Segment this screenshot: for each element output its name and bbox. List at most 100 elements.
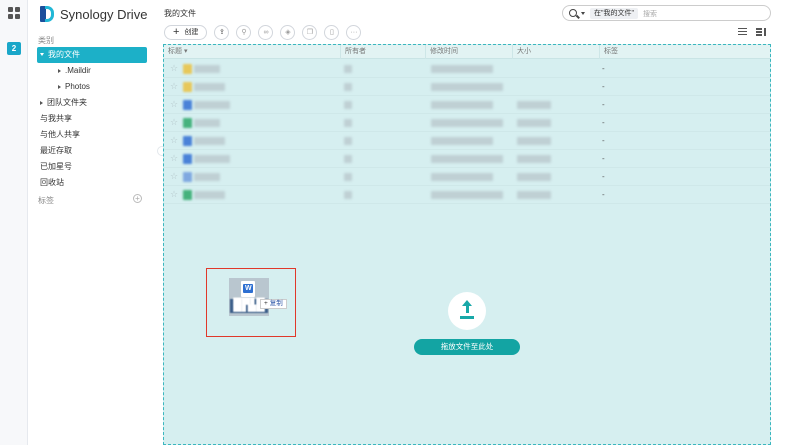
chevron-right-icon[interactable] [58,68,61,73]
sidebar-item-0[interactable]: 我的文件 [37,47,147,63]
more-button[interactable]: ··· [346,24,362,40]
owner-cell [344,101,352,109]
modified-cell [431,119,503,127]
size-cell [517,191,551,199]
word-file-icon: W [241,281,255,297]
column-size[interactable]: 大小 [512,45,599,59]
create-label: 创建 [184,28,199,36]
sidebar-item-label: 团队文件夹 [47,98,87,107]
copy-button[interactable]: ❐ [302,24,318,40]
image-file-icon [183,172,192,182]
tag-cell: - [602,64,605,73]
search-input[interactable]: 搜索 [643,9,657,19]
more-icon: ··· [350,28,358,36]
file-name-cell [194,137,225,145]
share-button[interactable]: ⚲ [236,24,252,40]
column-title[interactable]: 标题 ▾ [164,45,340,59]
tag-cell: - [602,100,605,109]
chevron-down-icon[interactable] [581,12,585,15]
tag-icon: ◈ [285,28,291,36]
file-name-cell [194,101,230,109]
modified-cell [431,155,503,163]
sidebar-item-4[interactable]: 与我共享 [37,111,147,127]
sidebar-item-1[interactable]: .Maildir [37,63,147,79]
view-controls [738,28,766,36]
tag-cell: - [602,118,605,127]
modified-cell [431,101,493,109]
owner-cell [344,155,352,163]
modified-cell [431,83,503,91]
sidebar-nav: 我的文件 .Maildir Photos 团队文件夹与我共享与他人共享最近存取已加星号… [37,47,147,191]
delete-button[interactable]: ▯ [324,24,340,40]
folder-icon [183,82,192,92]
tags-heading: 标签 [38,196,54,205]
sidebar-item-label: 与他人共享 [40,130,80,139]
tag-cell: - [602,172,605,181]
star-icon[interactable]: ☆ [170,99,178,110]
sidebar-item-label: 与我共享 [40,114,72,123]
drop-zone[interactable]: 标题 ▾ 所有者 修改时间 大小 标签 ☆ - ☆ - ☆ - ☆ - ☆ - ☆ - ☆ - ☆ - [163,44,771,445]
table-row[interactable]: ☆ - [164,96,770,114]
upload-button[interactable]: ⇪ [214,24,230,40]
star-icon[interactable]: ☆ [170,135,178,146]
tag-cell: - [602,136,605,145]
table-row[interactable]: ☆ - [164,150,770,168]
search-box[interactable]: 在"我的文件" 搜索 [562,5,771,21]
word-file-icon [183,154,192,164]
add-tag-icon[interactable]: + [133,194,142,203]
sidebar-item-label: 已加星号 [40,162,72,171]
search-icon[interactable] [569,9,577,17]
search-scope[interactable]: 在"我的文件" [590,8,638,19]
table-row[interactable]: ☆ - [164,78,770,96]
sort-icon[interactable] [756,28,766,36]
star-icon[interactable]: ☆ [170,153,178,164]
table-row[interactable]: ☆ - [164,114,770,132]
sidebar-item-7[interactable]: 已加星号 [37,159,147,175]
sidebar-item-label: 我的文件 [48,50,80,59]
file-name-cell [194,83,225,91]
link-button[interactable]: ∞ [258,24,274,40]
tag-button[interactable]: ◈ [280,24,296,40]
column-owner[interactable]: 所有者 [340,45,425,59]
file-name-cell [194,119,220,127]
size-cell [517,119,551,127]
table-row[interactable]: ☆ - [164,168,770,186]
owner-cell [344,65,352,73]
sidebar-item-3[interactable]: 团队文件夹 [37,95,147,111]
sidebar-item-8[interactable]: 回收站 [37,175,147,191]
sidebar-item-2[interactable]: Photos [37,79,147,95]
dragged-file[interactable]: W █████ ██ ███ ████ [229,278,269,316]
sidebar-item-5[interactable]: 与他人共享 [37,127,147,143]
file-name-cell [194,155,230,163]
tag-cell: - [602,190,605,199]
owner-cell [344,137,352,145]
plus-icon: + [173,25,180,38]
star-icon[interactable]: ☆ [170,63,178,74]
table-row[interactable]: ☆ - [164,132,770,150]
app-grid-icon[interactable] [8,7,20,19]
chevron-down-icon[interactable] [40,53,44,57]
owner-cell [344,173,352,181]
sidebar-item-6[interactable]: 最近存取 [37,143,147,159]
table-row[interactable]: ☆ - [164,186,770,204]
category-heading: 类别 [38,36,54,45]
create-button[interactable]: + 创建 [164,24,208,40]
file-name-cell [194,173,220,181]
copy-icon: ❐ [306,28,314,36]
table-row[interactable]: ☆ - [164,60,770,78]
column-modified[interactable]: 修改时间 [425,45,512,59]
drop-files-here-button[interactable]: 拖放文件至此处 [414,339,520,355]
owner-cell [344,119,352,127]
upload-drop-icon [448,292,486,330]
list-view-icon[interactable] [738,28,747,35]
star-icon[interactable]: ☆ [170,189,178,200]
chevron-right-icon[interactable] [58,84,61,89]
star-icon[interactable]: ☆ [170,171,178,182]
star-icon[interactable]: ☆ [170,117,178,128]
column-tags[interactable]: 标签 [599,45,772,59]
toolbar: + 创建 ⇪ ⚲ ∞ ◈ ❐ ▯ ··· [164,24,362,40]
star-icon[interactable]: ☆ [170,81,178,92]
chevron-right-icon[interactable] [40,100,43,105]
notification-badge[interactable]: 2 [7,42,21,55]
modified-cell [431,137,493,145]
